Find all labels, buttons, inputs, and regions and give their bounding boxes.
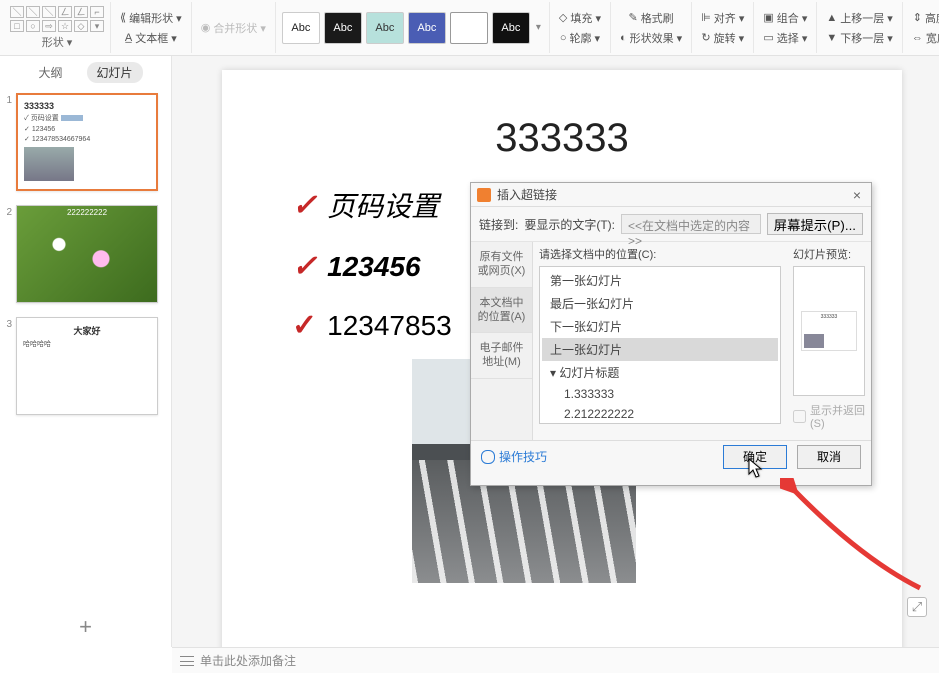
side-tabs: 大纲 幻灯片 <box>0 56 171 89</box>
group-select-group: ▣组合 ▾ ▭选择 ▾ <box>754 2 817 53</box>
slide-position-tree[interactable]: 第一张幻灯片 最后一张幻灯片 下一张幻灯片 上一张幻灯片 ▾ 幻灯片标题 1.3… <box>539 266 781 424</box>
link-type-tabs: 原有文件 或网页(X) 本文档中 的位置(A) 电子邮件 地址(M) <box>471 242 533 440</box>
shape-gallery[interactable]: ＼＼＼ㄥㄥ⌐ □○⇨☆◇▾ <box>10 6 104 32</box>
style-preset-5[interactable] <box>450 12 488 44</box>
fill-dropdown[interactable]: ◇填充 ▾ <box>556 9 604 27</box>
edit-textbox-group: ⟪编辑形状 ▾ A̲文本框 ▾ <box>111 2 192 53</box>
check-icon: ✓ <box>292 188 317 223</box>
dialog-titlebar[interactable]: 插入超链接 × <box>471 183 871 207</box>
preview-label: 幻灯片预览: <box>793 246 865 262</box>
dialog-body: 原有文件 或网页(X) 本文档中 的位置(A) 电子邮件 地址(M) 请选择文档… <box>471 242 871 440</box>
ok-button[interactable]: 确定 <box>723 445 787 469</box>
tab-this-document[interactable]: 本文档中 的位置(A) <box>471 288 532 334</box>
align-dropdown[interactable]: ⊫对齐 ▾ <box>698 9 747 27</box>
group-dropdown[interactable]: ▣组合 ▾ <box>760 9 810 27</box>
thumb-image <box>17 206 157 302</box>
thumb-number: 2 <box>4 205 12 303</box>
check-icon: ✓ <box>292 308 317 343</box>
preview-thumbnail: 333333 <box>801 311 857 351</box>
display-text-label: 要显示的文字(T): <box>524 216 615 233</box>
style-preset-4[interactable]: Abc <box>408 12 446 44</box>
dialog-close-button[interactable]: × <box>849 187 865 203</box>
thumbnail-2[interactable]: 2 222222222 <box>4 205 161 303</box>
select-dropdown[interactable]: ▭选择 ▾ <box>760 29 810 47</box>
tab-existing-file[interactable]: 原有文件 或网页(X) <box>471 242 532 288</box>
fill-outline-group: ◇填充 ▾ ○轮廓 ▾ <box>550 2 611 53</box>
select-position-label: 请选择文档中的位置(C): <box>539 246 781 262</box>
notes-placeholder: 单击此处添加备注 <box>200 652 296 669</box>
thumb-title: 222222222 <box>17 208 157 217</box>
tree-last-slide[interactable]: 最后一张幻灯片 <box>542 292 778 315</box>
shape-dropdown[interactable]: 形状 ▾ <box>42 34 73 50</box>
dialog-right: 幻灯片预览: 333333 显示并返回(S) <box>787 242 871 440</box>
format-painter-button[interactable]: ✎格式刷 <box>625 9 676 27</box>
tab-outline[interactable]: 大纲 <box>28 62 72 83</box>
tree-title-1[interactable]: 1.333333 <box>542 384 778 404</box>
style-preset-3[interactable]: Abc <box>366 12 404 44</box>
screen-tip-button[interactable]: 屏幕提示(P)... <box>767 213 863 235</box>
bring-forward-dropdown[interactable]: ▲上移一层 ▾ <box>823 9 895 27</box>
style-preset-6[interactable]: Abc <box>492 12 530 44</box>
style-more-icon[interactable]: ▾ <box>534 22 543 33</box>
style-gallery-group: Abc Abc Abc Abc Abc ▾ <box>276 2 550 53</box>
tab-email[interactable]: 电子邮件 地址(M) <box>471 333 532 379</box>
style-preset-2[interactable]: Abc <box>324 12 362 44</box>
show-return-input <box>793 410 806 423</box>
width-field[interactable]: ⇔宽度:- 6 <box>909 29 939 47</box>
outline-dropdown[interactable]: ○轮廓 ▾ <box>557 29 603 47</box>
tree-titles-group[interactable]: ▾ 幻灯片标题 <box>542 361 778 384</box>
tree-prev-slide[interactable]: 上一张幻灯片 <box>542 338 778 361</box>
merge-group: ◉合并形状 ▾ <box>192 2 276 53</box>
dialog-link-row: 链接到: 要显示的文字(T): <<在文档中选定的内容>> 屏幕提示(P)... <box>471 207 871 242</box>
show-return-checkbox: 显示并返回(S) <box>793 402 865 430</box>
operation-tips-link[interactable]: 操作技巧 <box>481 448 547 465</box>
display-text-field: <<在文档中选定的内容>> <box>621 214 761 234</box>
notes-icon <box>180 656 194 666</box>
insert-hyperlink-dialog: 插入超链接 × 链接到: 要显示的文字(T): <<在文档中选定的内容>> 屏幕… <box>470 182 872 486</box>
textbox-dropdown[interactable]: A̲文本框 ▾ <box>122 29 180 47</box>
send-backward-dropdown[interactable]: ▼下移一层 ▾ <box>823 29 895 47</box>
tree-title-2[interactable]: 2.212222222 <box>542 404 778 424</box>
format-effect-group: ✎格式刷 ◐形状效果 ▾ <box>611 2 692 53</box>
fit-to-window-button[interactable]: ⤢ <box>907 597 927 617</box>
check-icon: ✓ <box>292 249 317 284</box>
slide-panel: 大纲 幻灯片 1 333333 ✓ 页码设置 ✓ 123456 ✓ 123478… <box>0 56 172 647</box>
thumbnail-3[interactable]: 3 大家好 哈哈哈哈 <box>4 317 161 415</box>
tree-first-slide[interactable]: 第一张幻灯片 <box>542 269 778 292</box>
ribbon-toolbar: ＼＼＼ㄥㄥ⌐ □○⇨☆◇▾ 形状 ▾ ⟪编辑形状 ▾ A̲文本框 ▾ ◉合并形状… <box>0 0 939 56</box>
tab-slides[interactable]: 幻灯片 <box>87 62 143 83</box>
tree-next-slide[interactable]: 下一张幻灯片 <box>542 315 778 338</box>
shape-gallery-group: ＼＼＼ㄥㄥ⌐ □○⇨☆◇▾ 形状 ▾ <box>4 2 111 53</box>
slide-preview: 333333 <box>793 266 865 396</box>
cancel-button[interactable]: 取消 <box>797 445 861 469</box>
add-slide-button[interactable]: + <box>0 607 171 647</box>
thumb-number: 1 <box>4 93 12 191</box>
thumbnail-list[interactable]: 1 333333 ✓ 页码设置 ✓ 123456 ✓ 1234785346679… <box>0 89 171 607</box>
notes-bar[interactable]: 单击此处添加备注 <box>172 647 939 673</box>
thumb-title: 大家好 <box>23 324 151 337</box>
thumb-title: 333333 <box>24 101 150 111</box>
thumb-image <box>24 147 74 181</box>
app-icon <box>477 188 491 202</box>
dialog-title: 插入超链接 <box>497 186 557 203</box>
size-group: ⇕高度:- 1 ⇔宽度:- 6 <box>903 2 939 53</box>
thumbnail-1[interactable]: 1 333333 ✓ 页码设置 ✓ 123456 ✓ 1234785346679… <box>4 93 161 191</box>
thumb-number: 3 <box>4 317 12 415</box>
edit-shape-dropdown[interactable]: ⟪编辑形状 ▾ <box>117 9 185 27</box>
layer-group: ▲上移一层 ▾ ▼下移一层 ▾ <box>817 2 902 53</box>
link-to-label: 链接到: <box>479 216 518 233</box>
height-field[interactable]: ⇕高度:- 1 <box>910 9 939 27</box>
slide-title[interactable]: 333333 <box>222 116 902 161</box>
merge-shape-dropdown: ◉合并形状 ▾ <box>198 19 269 37</box>
style-preset-1[interactable]: Abc <box>282 12 320 44</box>
rotate-dropdown[interactable]: ↻旋转 ▾ <box>698 29 747 47</box>
dialog-footer: 操作技巧 确定 取消 <box>471 440 871 472</box>
align-rotate-group: ⊫对齐 ▾ ↻旋转 ▾ <box>692 2 754 53</box>
shape-effect-dropdown[interactable]: ◐形状效果 ▾ <box>617 29 685 47</box>
dialog-center: 请选择文档中的位置(C): 第一张幻灯片 最后一张幻灯片 下一张幻灯片 上一张幻… <box>533 242 787 440</box>
